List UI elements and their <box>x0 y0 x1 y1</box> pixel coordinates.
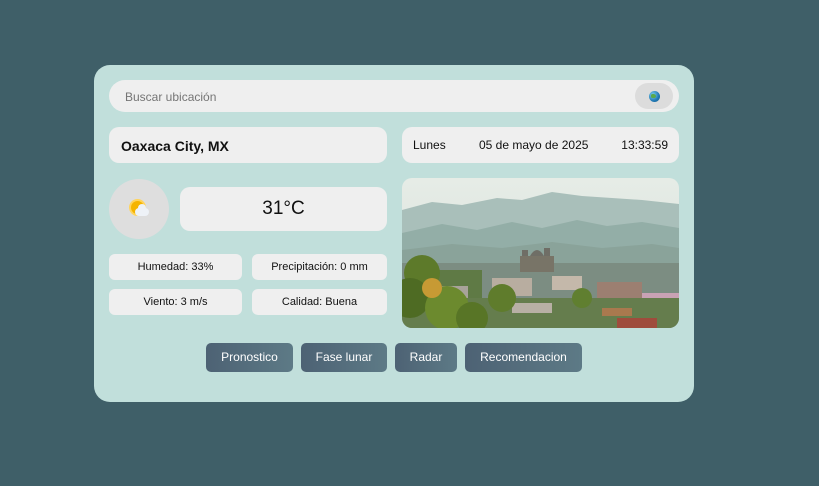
date-label: 05 de mayo de 2025 <box>479 138 589 152</box>
datetime-box: Lunes 05 de mayo de 2025 13:33:59 <box>402 127 679 163</box>
moon-phase-button[interactable]: Fase lunar <box>301 343 387 372</box>
search-bar <box>109 80 679 114</box>
time-label: 13:33:59 <box>621 138 668 152</box>
humidity-stat: Humedad: 33% <box>109 254 242 280</box>
city-photo <box>402 178 679 328</box>
location-box: Oaxaca City, MX <box>109 127 387 163</box>
globe-icon <box>648 90 660 102</box>
search-input[interactable] <box>123 80 627 114</box>
recommendation-button[interactable]: Recomendacion <box>465 343 582 372</box>
weather-icon-circle <box>109 179 169 239</box>
city-name: Oaxaca City, MX <box>121 138 229 154</box>
precipitation-stat: Precipitación: 0 mm <box>252 254 387 280</box>
action-buttons: Pronostico Fase lunar Radar Recomendacio… <box>94 343 694 373</box>
wind-stat: Viento: 3 m/s <box>109 289 242 315</box>
forecast-button[interactable]: Pronostico <box>206 343 293 372</box>
radar-button[interactable]: Radar <box>395 343 457 372</box>
temperature: 31°C <box>180 187 387 231</box>
weather-card: Oaxaca City, MX Lunes 05 de mayo de 2025… <box>94 65 694 402</box>
day-label: Lunes <box>413 138 446 152</box>
partly-cloudy-icon <box>129 200 149 218</box>
search-button[interactable] <box>635 83 673 109</box>
air-quality-stat: Calidad: Buena <box>252 289 387 315</box>
